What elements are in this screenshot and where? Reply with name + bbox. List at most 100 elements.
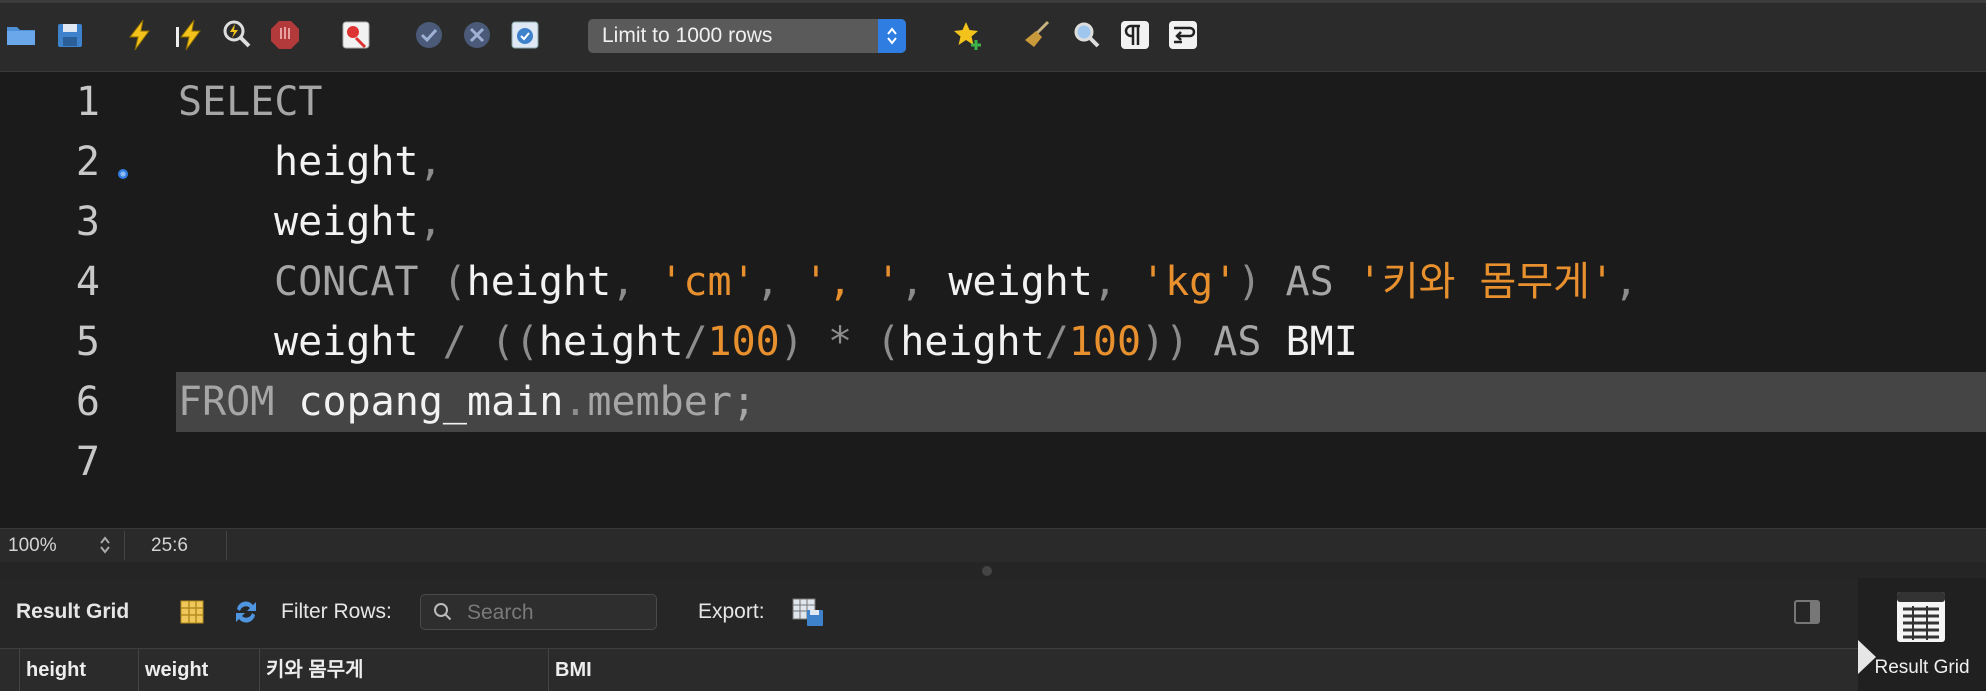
alias-string: '키와 몸무게' (1357, 259, 1615, 305)
filter-search-input[interactable] (465, 599, 649, 627)
as-keyword: AS (1213, 319, 1262, 365)
divider (124, 531, 125, 560)
explain-icon[interactable] (218, 16, 256, 54)
zoom-stepper-icon[interactable] (98, 533, 112, 563)
splitter-handle[interactable] (982, 566, 992, 576)
dot: . (563, 379, 588, 425)
divider (226, 531, 227, 560)
zoom-level[interactable]: 100% (8, 535, 57, 557)
toolbar-top-border (0, 0, 1986, 3)
word-wrap-icon[interactable] (1164, 16, 1202, 54)
filter-search-box[interactable] (420, 594, 657, 630)
line-number: 4 (75, 259, 100, 305)
divide-op: / (418, 319, 491, 365)
panel-splitter[interactable] (0, 562, 1986, 578)
paren: (( (490, 319, 539, 365)
code-line-6[interactable]: 6 FROM copang_main.member; (0, 372, 1986, 432)
find-icon[interactable] (1068, 16, 1106, 54)
as-keyword: AS (1285, 259, 1334, 305)
multiply-op: * (803, 319, 877, 365)
limit-rows-label: Limit to 1000 rows (602, 24, 773, 47)
grid-layout-icon[interactable] (174, 594, 210, 630)
filter-rows-label: Filter Rows: (281, 600, 392, 623)
weight-column: weight (274, 199, 419, 245)
column-header-height-weight[interactable]: 키와 몸무게 (259, 649, 551, 691)
result-grid-label: Result Grid (16, 600, 130, 623)
sql-editor-toolbar: Limit to 1000 rows (0, 0, 1986, 72)
divide-op: / (683, 319, 708, 365)
result-grid-side-label[interactable]: Result Grid (1858, 658, 1986, 678)
refresh-icon[interactable] (228, 594, 264, 630)
line-number: 1 (75, 79, 100, 125)
from-keyword: FROM (178, 379, 275, 425)
line-number: 2 (75, 139, 100, 185)
height-ident: height (900, 319, 1045, 365)
height-column: height (274, 139, 419, 185)
column-header-weight[interactable]: weight (138, 649, 265, 691)
chevron-updown-icon (878, 19, 906, 53)
bmi-alias: BMI (1285, 319, 1358, 365)
autocommit-icon[interactable] (506, 16, 544, 54)
result-toolbar: Result Grid Filter Rows: Export: (0, 578, 1858, 648)
code-line-7[interactable]: 7 (0, 432, 1986, 492)
toggle-side-panel-icon[interactable] (1794, 600, 1820, 624)
code-line-5[interactable]: 5 weight / ((height/100) * (height/100))… (0, 312, 1986, 372)
rollback-icon[interactable] (458, 16, 496, 54)
weight-ident: weight (274, 319, 419, 365)
code-line-2[interactable]: 2 height, (0, 132, 1986, 192)
semicolon: ; (731, 379, 757, 425)
export-icon[interactable] (790, 594, 826, 630)
stop-icon[interactable] (266, 16, 304, 54)
column-header-bmi[interactable]: BMI (548, 649, 918, 691)
commit-icon[interactable] (410, 16, 448, 54)
comma: , (611, 259, 660, 305)
number-literal: 100 (707, 319, 780, 365)
cm-string: 'cm' (659, 259, 756, 305)
execute-current-icon[interactable] (170, 16, 208, 54)
select-keyword: SELECT (178, 79, 323, 125)
execute-icon[interactable] (121, 16, 159, 54)
column-header-height[interactable]: height (19, 649, 139, 691)
comma: , (900, 259, 949, 305)
result-grid-header: height weight 키와 몸무게 BMI (0, 648, 1858, 691)
concat-function: CONCAT (274, 259, 419, 305)
line-number: 7 (75, 439, 100, 485)
weight-arg: weight (948, 259, 1093, 305)
result-side-panel: Result Grid (1858, 578, 1986, 690)
result-grid-icon[interactable] (1893, 590, 1949, 644)
stop-on-error-icon[interactable] (337, 16, 375, 54)
comma: , (755, 259, 804, 305)
number-literal: 100 (1068, 319, 1142, 365)
divide-op: / (1044, 319, 1069, 365)
beautify-broom-icon[interactable] (1020, 16, 1058, 54)
separator-string: ', ' (803, 259, 901, 305)
add-snippet-star-icon[interactable] (949, 16, 987, 54)
paren: ( (418, 259, 467, 305)
height-ident: height (538, 319, 684, 365)
kg-string: 'kg' (1141, 259, 1238, 305)
search-icon (433, 602, 453, 627)
code-line-4[interactable]: 4 CONCAT (height, 'cm', ', ', weight, 'k… (0, 252, 1986, 312)
paren: )) (1141, 319, 1214, 365)
code-line-1[interactable]: 1 SELECT (0, 72, 1986, 132)
comma: , (418, 199, 443, 245)
sql-editor[interactable]: 1 SELECT 2 height, 3 weight, 4 CONCAT (h… (0, 72, 1986, 528)
line-number: 3 (75, 199, 100, 245)
comma: , (1092, 259, 1142, 305)
code-line-3[interactable]: 3 weight, (0, 192, 1986, 252)
line-number: 5 (75, 319, 100, 365)
paren: ( (876, 319, 901, 365)
editor-status-bar: 100% 25:6 (0, 528, 1986, 562)
open-folder-icon[interactable] (2, 16, 40, 54)
save-icon[interactable] (51, 16, 89, 54)
table-name: member (587, 379, 732, 425)
paren: ) (1237, 259, 1286, 305)
schema-name: copang_main (298, 379, 564, 425)
limit-rows-select[interactable]: Limit to 1000 rows (588, 19, 906, 53)
cursor-position: 25:6 (151, 535, 188, 556)
comma: , (418, 139, 443, 185)
invisible-chars-icon[interactable] (1116, 16, 1154, 54)
